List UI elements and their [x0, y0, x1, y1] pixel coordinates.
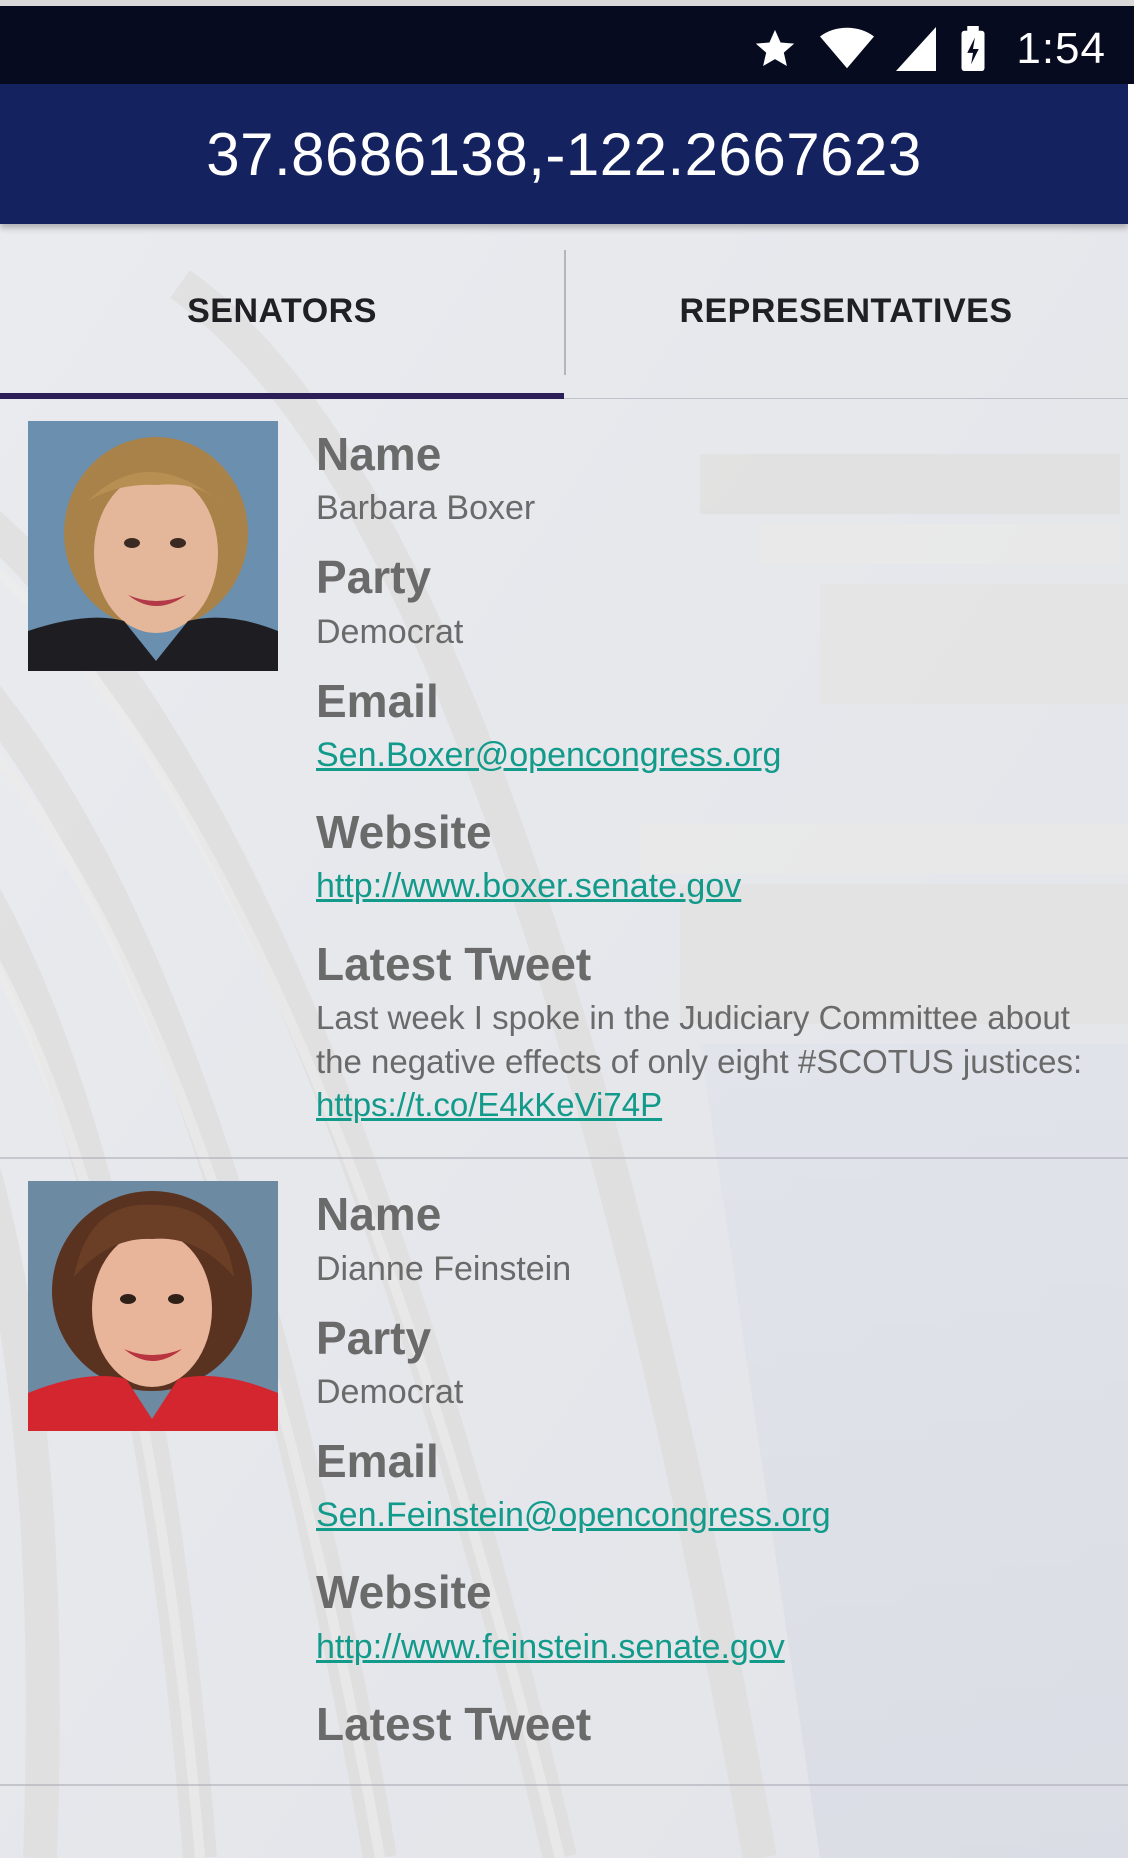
phone-screen: 1:54 37.8686138,-122.2667623 SENATORS RE…	[0, 0, 1134, 1858]
app-bar: 37.8686138,-122.2667623	[0, 84, 1128, 224]
status-bar: 1:54	[0, 0, 1134, 84]
website-label: Website	[316, 1566, 492, 1619]
senator-name: Barbara Boxer	[316, 489, 536, 528]
website-label: Website	[316, 806, 492, 859]
tweet-text: Last week I spoke in the Judiciary Commi…	[316, 998, 1083, 1080]
senator-card[interactable]: Name Dianne Feinstein Party Democrat Ema…	[0, 1159, 1128, 1786]
email-label: Email	[316, 674, 439, 727]
senator-email-link[interactable]: Sen.Feinstein@opencongress.org	[316, 1493, 831, 1537]
tab-senators[interactable]: SENATORS	[0, 224, 564, 398]
name-label: Name	[316, 1188, 442, 1241]
wifi-icon	[820, 27, 875, 69]
tweet-link[interactable]: https://t.co/E4kKeVi74P	[316, 1086, 662, 1123]
senator-party: Democrat	[316, 1372, 464, 1411]
senator-info: Name Barbara Boxer Party Democrat Email …	[316, 421, 1128, 1129]
tweet-label: Latest Tweet	[316, 937, 592, 990]
senator-card[interactable]: Name Barbara Boxer Party Democrat Email …	[0, 399, 1128, 1160]
latest-tweet: Last week I spoke in the Judiciary Commi…	[316, 996, 1100, 1128]
app-title: 37.8686138,-122.2667623	[206, 120, 922, 188]
senator-photo	[28, 1181, 278, 1432]
senator-photo	[28, 421, 278, 671]
tab-divider	[564, 250, 566, 375]
party-label: Party	[316, 551, 432, 604]
senator-website-link[interactable]: http://www.boxer.senate.gov	[316, 864, 741, 908]
tweet-label: Latest Tweet	[316, 1697, 592, 1750]
tab-representatives[interactable]: REPRESENTATIVES	[564, 224, 1128, 398]
party-label: Party	[316, 1311, 432, 1364]
status-icons: 1:54	[752, 24, 1106, 74]
tab-bar: SENATORS REPRESENTATIVES	[0, 224, 1128, 399]
content-area[interactable]: SENATORS REPRESENTATIVES Name Barbara Bo…	[0, 224, 1128, 1858]
senator-list[interactable]: Name Barbara Boxer Party Democrat Email …	[0, 399, 1128, 1786]
name-label: Name	[316, 428, 442, 480]
screen-edge	[1128, 84, 1134, 1858]
battery-charging-icon	[961, 26, 985, 72]
senator-party: Democrat	[316, 612, 464, 651]
email-label: Email	[316, 1435, 439, 1488]
senator-info: Name Dianne Feinstein Party Democrat Ema…	[316, 1181, 1128, 1756]
senator-website-link[interactable]: http://www.feinstein.senate.gov	[316, 1625, 785, 1669]
senator-name: Dianne Feinstein	[316, 1249, 572, 1288]
senator-email-link[interactable]: Sen.Boxer@opencongress.org	[316, 733, 781, 777]
status-time: 1:54	[1016, 24, 1106, 73]
cell-signal-icon	[896, 27, 937, 71]
star-icon	[756, 29, 795, 67]
